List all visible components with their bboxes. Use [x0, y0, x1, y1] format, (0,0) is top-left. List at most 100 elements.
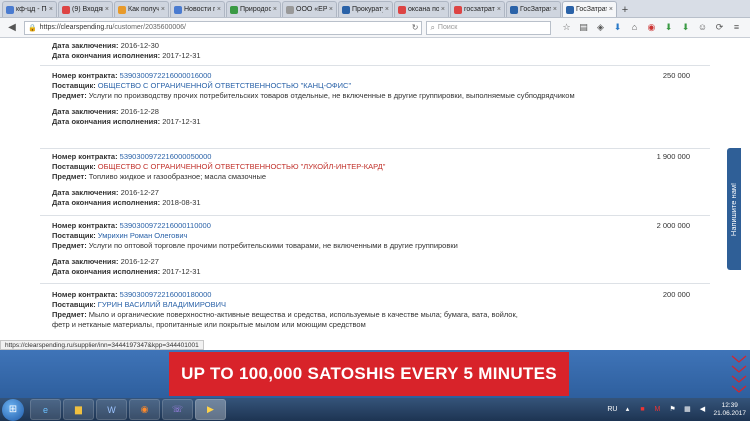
supplier-label: Поставщик:: [52, 81, 96, 90]
tab-title: оксана пон: [408, 6, 439, 13]
home-icon[interactable]: ⌂: [627, 20, 642, 35]
favicon-icon: [398, 5, 406, 14]
close-tab-icon[interactable]: ×: [271, 6, 277, 13]
lang-indicator[interactable]: RU: [607, 406, 617, 413]
volume-icon[interactable]: ◀: [697, 405, 707, 415]
contracts-list: Дата заключения: 2016-12-30 Дата окончан…: [0, 38, 750, 340]
browser-tab[interactable]: Прокурату ×: [338, 1, 393, 17]
sync-icon[interactable]: ⟳: [712, 20, 727, 35]
back-icon[interactable]: ◀: [4, 20, 20, 36]
feedback-label: Напишите нам!: [729, 182, 739, 236]
supplier-label: Поставщик:: [52, 162, 96, 171]
contract-amount: 250 000: [662, 71, 690, 80]
contract-number-link[interactable]: 5390300972216000016000: [120, 71, 212, 80]
close-tab-icon[interactable]: ×: [215, 6, 221, 13]
clock-date: 21.06.2017: [713, 409, 746, 417]
new-tab-icon[interactable]: +: [618, 3, 632, 17]
close-tab-icon[interactable]: ×: [439, 6, 445, 13]
flag-icon[interactable]: ⚑: [667, 405, 677, 415]
subject-text: Мыло и органические поверхностно-активны…: [52, 310, 518, 329]
antivirus-icon[interactable]: ■: [637, 405, 647, 415]
address-bar[interactable]: 🔒 https://clearspending.ru /customer/203…: [23, 20, 423, 35]
ad-banner[interactable]: UP TO 100,000 SATOSHIS EVERY 5 MINUTES: [169, 352, 569, 396]
close-tab-icon[interactable]: ×: [47, 6, 53, 13]
user-icon[interactable]: ☺: [695, 20, 710, 35]
tab-title: ГосЗатрат: [520, 6, 551, 13]
close-tab-icon[interactable]: ×: [551, 6, 557, 13]
tray-up-icon[interactable]: ▴: [622, 405, 632, 415]
close-tab-icon[interactable]: ×: [103, 6, 109, 13]
browser-tab[interactable]: (9) Входящи×: [58, 1, 113, 17]
pocket-icon[interactable]: ◉: [644, 20, 659, 35]
supplier-label: Поставщик:: [52, 231, 96, 240]
contract-amount: 200 000: [662, 290, 690, 299]
firefox-icon[interactable]: ◉: [129, 399, 160, 420]
contract-label: Номер контракта:: [52, 71, 118, 80]
end-label: Дата окончания исполнения:: [52, 267, 161, 276]
close-tab-icon[interactable]: ×: [495, 6, 501, 13]
date-label: Дата заключения:: [52, 188, 119, 197]
ornament-icon: [731, 355, 747, 393]
start-icon[interactable]: ⊞: [2, 398, 24, 421]
contract-record: 200 000 Номер контракта: 539030097221600…: [52, 290, 698, 330]
clock[interactable]: 12:39 21.06.2017: [713, 402, 746, 418]
word-icon[interactable]: W: [96, 399, 127, 420]
subject-label: Предмет:: [52, 91, 87, 100]
supplier-link[interactable]: ОБЩЕСТВО С ОГРАНИЧЕННОЙ ОТВЕТСТВЕННОСТЬЮ…: [98, 81, 351, 90]
date-label: Дата заключения:: [52, 41, 119, 50]
clock-time: 12:39: [721, 401, 738, 409]
browser-tab[interactable]: Новости пр×: [170, 1, 225, 17]
search-input[interactable]: ⌕ Поиск: [426, 20, 551, 35]
close-tab-icon[interactable]: ×: [159, 6, 165, 13]
ie-icon[interactable]: e: [30, 399, 61, 420]
tab-strip: кф-цд - Пон×(9) Входящи×Как получи×Новос…: [0, 0, 750, 18]
reader-icon[interactable]: ▤: [576, 20, 591, 35]
close-tab-icon[interactable]: ×: [327, 6, 333, 13]
browser-tab[interactable]: госзатраты×: [450, 1, 505, 17]
search-placeholder: Поиск: [437, 24, 458, 31]
end-label: Дата окончания исполнения:: [52, 198, 161, 207]
browser-tab[interactable]: оксана пон×: [394, 1, 449, 17]
close-tab-icon[interactable]: ×: [607, 6, 613, 13]
folder-icon[interactable]: ▆: [63, 399, 94, 420]
browser-tab[interactable]: Природоох×: [226, 1, 281, 17]
feedback-button[interactable]: Напишите нам!: [727, 148, 741, 270]
end-label: Дата окончания исполнения:: [52, 117, 161, 126]
end-value: 2017-12-31: [162, 51, 201, 60]
end-value: 2017-12-31: [162, 117, 201, 126]
subject-text: Услуги по производству прочих потребител…: [88, 91, 575, 100]
ext-download-icon[interactable]: ⬇: [661, 20, 676, 35]
contract-number-link[interactable]: 5390300972216000180000: [120, 290, 212, 299]
shield-icon[interactable]: ◈: [593, 20, 608, 35]
lock-icon: 🔒: [27, 24, 37, 32]
browser-tab[interactable]: Как получи×: [114, 1, 169, 17]
star-icon[interactable]: ☆: [559, 20, 574, 35]
media-player-icon[interactable]: ▶: [195, 399, 226, 420]
divider: [40, 215, 710, 216]
mail-icon[interactable]: M: [652, 405, 662, 415]
network-icon[interactable]: ▦: [682, 405, 692, 415]
contract-number-link[interactable]: 5390300972216000050000: [120, 152, 212, 161]
ext-download2-icon[interactable]: ⬇: [678, 20, 693, 35]
menu-icon[interactable]: ≡: [729, 20, 744, 35]
browser-tab[interactable]: ГосЗатрат ×: [506, 1, 561, 17]
viber-icon[interactable]: ☏: [162, 399, 193, 420]
close-tab-icon[interactable]: ×: [383, 6, 389, 13]
browser-tab[interactable]: кф-цд - Пон×: [2, 1, 57, 17]
favicon-icon: [342, 5, 350, 14]
date-value: 2016-12-27: [120, 188, 159, 197]
tab-title: госзатраты: [464, 6, 495, 13]
screen: кф-цд - Пон×(9) Входящи×Как получи×Новос…: [0, 0, 750, 421]
browser-tab[interactable]: ГосЗатрат ×: [562, 1, 617, 17]
supplier-link[interactable]: Умрихин Роман Олегович: [98, 231, 188, 240]
supplier-link[interactable]: ОБЩЕСТВО С ОГРАНИЧЕННОЙ ОТВЕТСТВЕННОСТЬЮ…: [98, 162, 386, 171]
end-value: 2018-08-31: [162, 198, 201, 207]
contract-number-link[interactable]: 5390300972216000110000: [120, 221, 211, 230]
supplier-link[interactable]: ГУРИН ВАСИЛИЙ ВЛАДИМИРОВИЧ: [98, 300, 226, 309]
favicon-icon: [6, 5, 14, 14]
reload-icon[interactable]: ↻: [412, 23, 419, 32]
browser-tab[interactable]: ООО «ЕРА×: [282, 1, 337, 17]
download-icon[interactable]: ⬇: [610, 20, 625, 35]
tab-title: Прокурату: [352, 6, 383, 13]
taskbar: ⊞ e ▆ W ◉ ☏ ▶ RU ▴ ■ M ⚑ ▦ ◀ 12:39 21.06…: [0, 398, 750, 421]
